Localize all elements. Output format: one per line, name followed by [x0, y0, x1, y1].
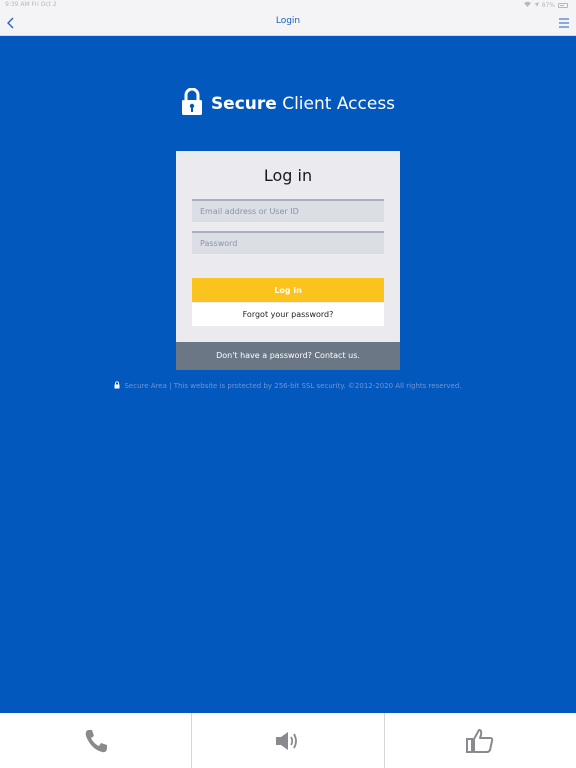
- forgot-password-link[interactable]: Forgot your password?: [192, 303, 384, 326]
- bottom-action-bar: [0, 713, 576, 768]
- hamburger-menu-icon: [559, 18, 569, 28]
- status-date: Fri Oct 2: [31, 1, 57, 8]
- brand-title-bold: Secure: [210, 94, 277, 114]
- contact-us-link[interactable]: Don't have a password? Contact us.: [176, 342, 400, 370]
- login-card: Log in Log in Forgot your password? Don'…: [176, 151, 400, 370]
- wifi-icon: [523, 1, 531, 9]
- menu-button[interactable]: [557, 15, 571, 29]
- login-heading: Log in: [263, 166, 313, 185]
- call-button[interactable]: [0, 713, 191, 768]
- nav-bar: Login: [0, 10, 576, 36]
- brand-title: Secure Client Access: [211, 94, 395, 114]
- audio-button[interactable]: [191, 713, 383, 768]
- secure-area-text: Secure Area | This website is protected …: [124, 382, 462, 390]
- small-padlock-icon: [114, 381, 120, 391]
- password-field[interactable]: [192, 231, 384, 254]
- location-icon: [533, 1, 539, 9]
- login-button[interactable]: Log in: [192, 278, 384, 302]
- secure-area-note: Secure Area | This website is protected …: [0, 381, 576, 391]
- battery-percentage: 87%: [541, 1, 555, 9]
- brand-title-light: Client Access: [282, 94, 396, 114]
- nav-title: Login: [275, 16, 301, 26]
- brand-header: Secure Client Access: [0, 87, 576, 120]
- thumbs-up-icon: [466, 728, 494, 753]
- email-field[interactable]: [192, 199, 384, 222]
- status-time: 9:39 AM: [5, 1, 30, 8]
- phone-icon: [85, 729, 107, 752]
- feedback-button[interactable]: [383, 713, 576, 768]
- battery-icon: [558, 2, 568, 8]
- padlock-icon: [181, 87, 203, 120]
- status-bar: 9:39 AM Fri Oct 2 87%: [0, 0, 576, 10]
- speaker-icon: [275, 731, 297, 750]
